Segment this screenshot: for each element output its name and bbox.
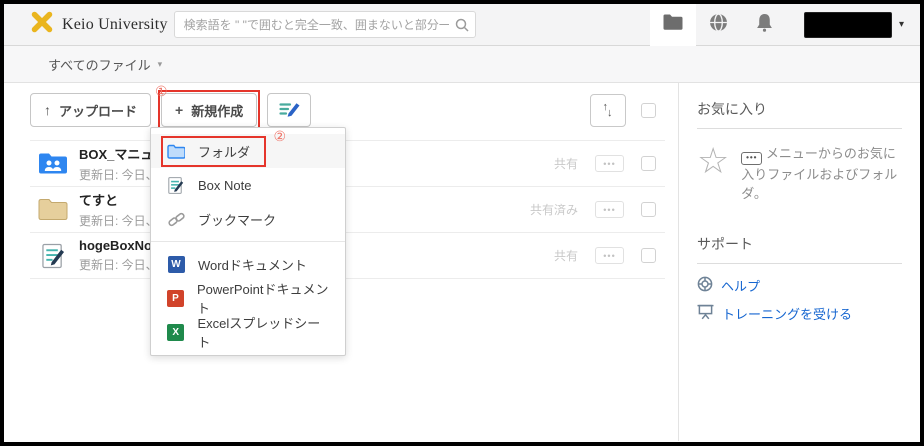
sort-down-icon: ↓ — [607, 107, 613, 119]
folder-icon — [663, 14, 683, 35]
annotation-number-1: ① — [155, 83, 168, 99]
menu-item-label: Box Note — [198, 177, 252, 193]
logo-text: Keio University — [62, 15, 168, 33]
upload-button[interactable]: ↑ アップロード — [30, 93, 152, 127]
row-checkbox[interactable] — [641, 248, 656, 263]
menu-item-label: フォルダ — [198, 144, 251, 160]
new-note-button[interactable] — [267, 93, 312, 127]
menu-item-powerpoint-document[interactable]: P PowerPointドキュメント — [151, 281, 345, 316]
upload-button-label: アップロード — [59, 103, 138, 119]
file-list: BOX_マニュア 更新日: 今日、 共有 ••• てすと 更新日: 今日、 共有… — [30, 140, 665, 279]
new-button-wrap: + 新規作成 ① — [155, 83, 261, 130]
excel-icon: X — [167, 323, 185, 341]
globe-icon — [709, 12, 728, 37]
support-links: ヘルプ トレーニングを受ける — [697, 276, 902, 323]
file-name[interactable]: てすと — [79, 190, 158, 209]
word-icon: W — [167, 255, 185, 273]
share-link[interactable]: 共有済み — [530, 201, 578, 218]
file-row[interactable]: hogeBoxNote 更新日: 今日、 共有 ••• — [30, 233, 665, 279]
breadcrumb-bar: すべてのファイル ▾ — [4, 46, 920, 83]
menu-item-excel-spreadsheet[interactable]: X Excelスプレッドシート — [151, 315, 345, 350]
files-tab[interactable] — [649, 4, 696, 46]
toolbar-right: ↑ ↓ — [590, 93, 656, 127]
row-checkbox[interactable] — [641, 156, 656, 171]
select-all-checkbox[interactable] — [641, 102, 656, 118]
search-icon[interactable] — [455, 18, 469, 37]
menu-separator — [151, 241, 345, 242]
menu-item-bookmark[interactable]: ブックマーク — [151, 202, 345, 236]
boxnote-icon — [167, 176, 185, 194]
divider — [697, 262, 902, 264]
new-button[interactable]: + 新規作成 — [161, 93, 258, 127]
toolbar: ↑ アップロード + 新規作成 ① ↑ ↓ — [30, 83, 656, 130]
shared-folder-icon — [36, 151, 70, 176]
more-options-mini-icon: ••• — [741, 151, 763, 165]
menu-item-folder[interactable]: フォルダ ② — [151, 128, 345, 168]
search-input[interactable] — [173, 11, 476, 38]
training-screen-icon — [697, 304, 714, 323]
menu-item-label: ブックマーク — [198, 212, 277, 228]
breadcrumb-caret-icon[interactable]: ▾ — [158, 59, 163, 70]
upload-arrow-icon: ↑ — [44, 102, 51, 118]
right-sidebar: お気に入り ☆ ••• メニューからのお気に入りファイルおよびフォルダ。 サポー… — [678, 83, 920, 441]
support-title: サポート — [697, 235, 753, 252]
support-section: サポート ヘルプ トレーニングを受ける — [697, 234, 902, 323]
help-link[interactable]: ヘルプ — [697, 276, 902, 295]
header: Keio University 検索語を " "で囲むと完全一致、囲まないと部分… — [4, 4, 920, 46]
favorites-description: ••• メニューからのお気に入りファイルおよびフォルダ。 — [741, 146, 898, 201]
content: ↑ アップロード + 新規作成 ① ↑ ↓ BOX_マニュア 更新日: 今日、 … — [4, 83, 920, 441]
new-button-label: 新規作成 — [191, 103, 244, 119]
menu-item-box-note[interactable]: Box Note — [151, 168, 345, 202]
help-buoy-icon — [697, 276, 713, 295]
file-row[interactable]: てすと 更新日: 今日、 共有済み ••• — [30, 187, 665, 233]
plus-icon: + — [175, 102, 184, 118]
training-link-label: トレーニングを受ける — [722, 306, 853, 322]
more-options-button[interactable]: ••• — [595, 247, 624, 264]
keio-mark-icon — [30, 11, 54, 38]
header-actions: ▾ — [649, 4, 910, 46]
new-folder-icon — [167, 144, 185, 159]
keio-logo[interactable]: Keio University — [30, 11, 168, 38]
training-link[interactable]: トレーニングを受ける — [697, 304, 902, 323]
boxnotes-pen-icon — [279, 100, 300, 121]
main-panel: ↑ アップロード + 新規作成 ① ↑ ↓ BOX_マニュア 更新日: 今日、 … — [4, 83, 678, 441]
app-window: Keio University 検索語を " "で囲むと完全一致、囲まないと部分… — [0, 0, 924, 446]
bell-icon — [756, 13, 773, 37]
annotation-number-2: ② — [273, 127, 287, 144]
breadcrumb[interactable]: すべてのファイル — [48, 55, 151, 74]
share-link[interactable]: 共有 — [554, 155, 578, 172]
bookmark-link-icon — [167, 211, 185, 228]
new-dropdown-menu: フォルダ ② Box Note ブックマーク W Wordドキュメント P Po… — [150, 127, 346, 356]
notifications-tab[interactable] — [742, 4, 788, 46]
file-meta: 更新日: 今日、 — [79, 214, 158, 228]
row-actions: 共有 ••• — [554, 247, 656, 264]
powerpoint-icon: P — [167, 289, 184, 307]
annotation-box-2: フォルダ ② — [161, 128, 286, 167]
search-box — [173, 11, 476, 38]
boxnote-file-icon — [36, 243, 70, 269]
menu-item-word-document[interactable]: W Wordドキュメント — [151, 247, 345, 281]
favorites-empty-state: ☆ ••• メニューからのお気に入りファイルおよびフォルダ。 — [697, 140, 902, 204]
help-link-label: ヘルプ — [721, 278, 761, 294]
user-name-redacted[interactable] — [803, 11, 892, 38]
more-options-button[interactable]: ••• — [595, 201, 624, 218]
globe-tab[interactable] — [696, 4, 742, 46]
file-info: てすと 更新日: 今日、 — [79, 190, 158, 229]
menu-item-label: Wordドキュメント — [198, 257, 307, 273]
menu-item-label: PowerPointドキュメント — [197, 282, 329, 316]
file-row[interactable]: BOX_マニュア 更新日: 今日、 共有 ••• — [30, 141, 665, 187]
favorites-title: お気に入り — [697, 101, 767, 117]
user-menu-caret-icon[interactable]: ▾ — [899, 19, 904, 30]
share-link[interactable]: 共有 — [554, 247, 578, 264]
star-icon: ☆ — [697, 140, 730, 181]
row-actions: 共有 ••• — [554, 155, 656, 172]
divider — [697, 128, 902, 129]
sort-button[interactable]: ↑ ↓ — [590, 93, 626, 127]
favorites-section: お気に入り ☆ ••• メニューからのお気に入りファイルおよびフォルダ。 — [697, 99, 902, 204]
folder-icon — [36, 197, 70, 222]
more-options-button[interactable]: ••• — [595, 155, 624, 172]
row-actions: 共有済み ••• — [530, 201, 656, 218]
row-checkbox[interactable] — [641, 202, 656, 217]
menu-item-label: Excelスプレッドシート — [197, 316, 321, 350]
